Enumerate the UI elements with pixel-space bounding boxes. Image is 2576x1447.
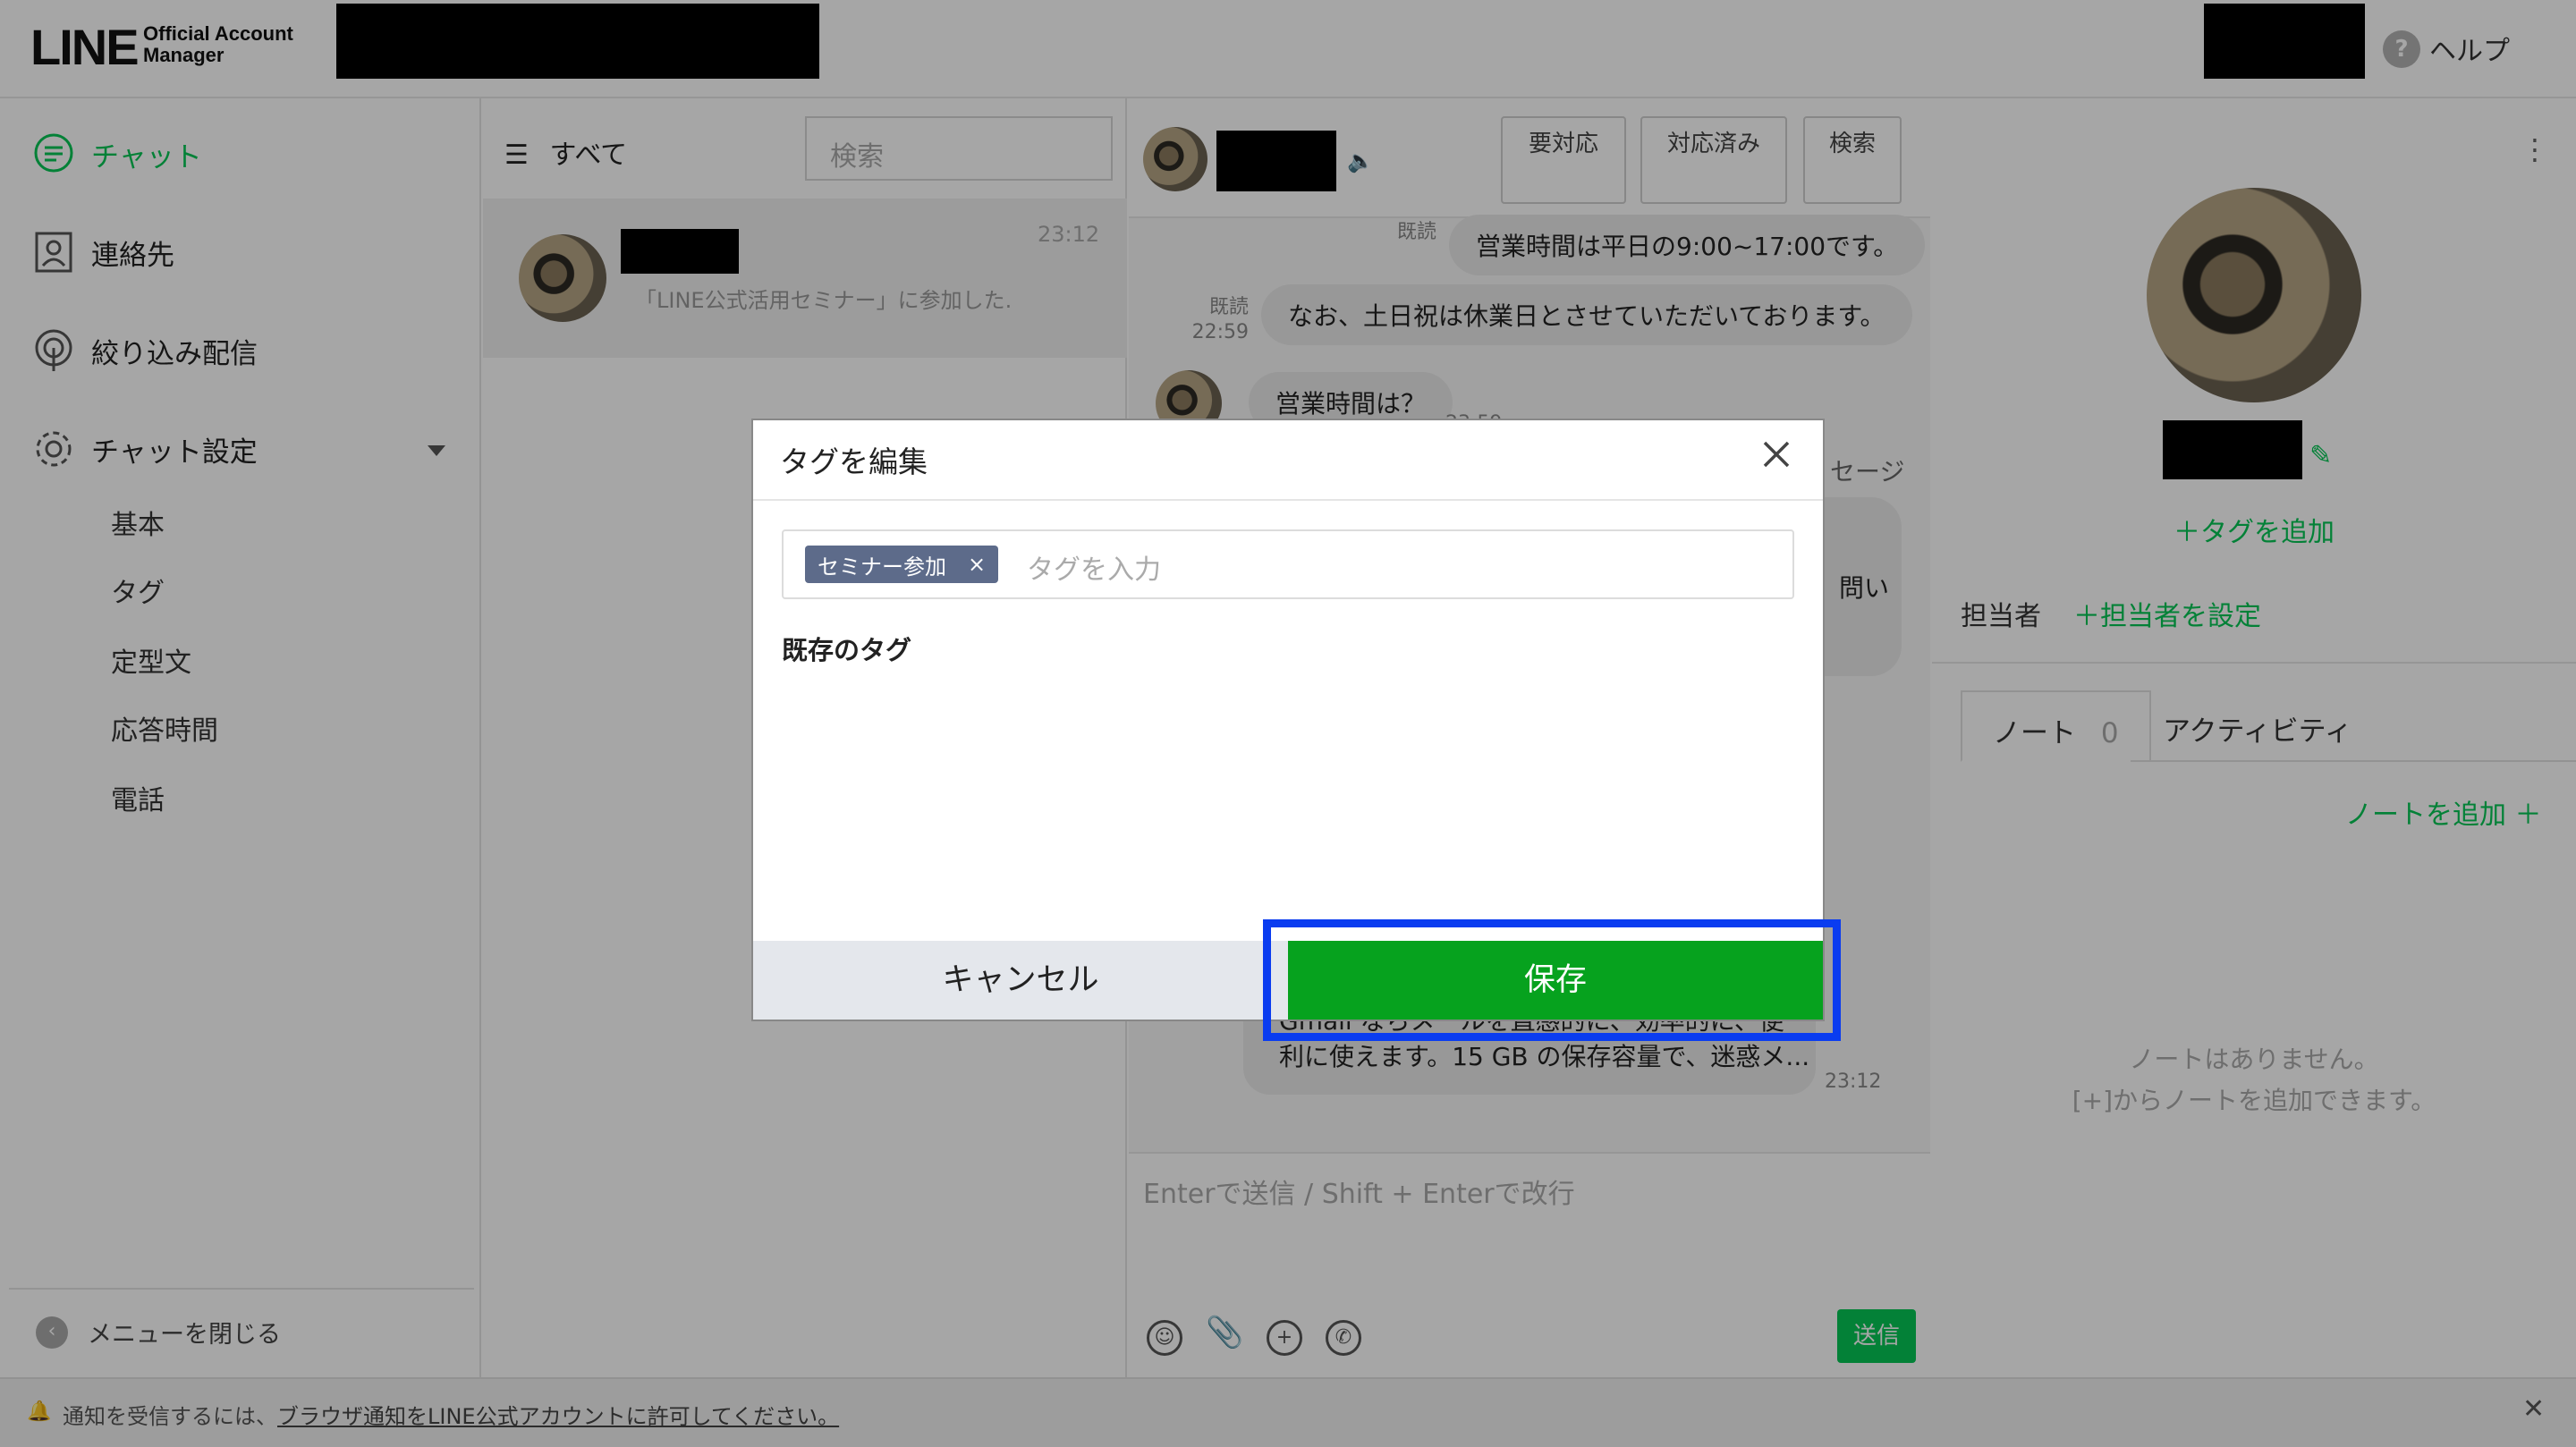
highlight-box (1263, 919, 1841, 1041)
tag-chip: セミナー参加 × (805, 546, 999, 583)
close-icon[interactable] (1757, 435, 1796, 474)
existing-tags-heading: 既存のタグ (782, 635, 912, 665)
cancel-button[interactable]: キャンセル (753, 941, 1288, 1020)
tag-input[interactable]: タグを入力 (1027, 547, 1161, 587)
tag-chip-label: セミナー参加 (818, 554, 946, 580)
modal-title: タグを編集 (780, 444, 928, 479)
modal-divider (753, 499, 1823, 501)
remove-tag-icon[interactable]: × (968, 552, 986, 577)
